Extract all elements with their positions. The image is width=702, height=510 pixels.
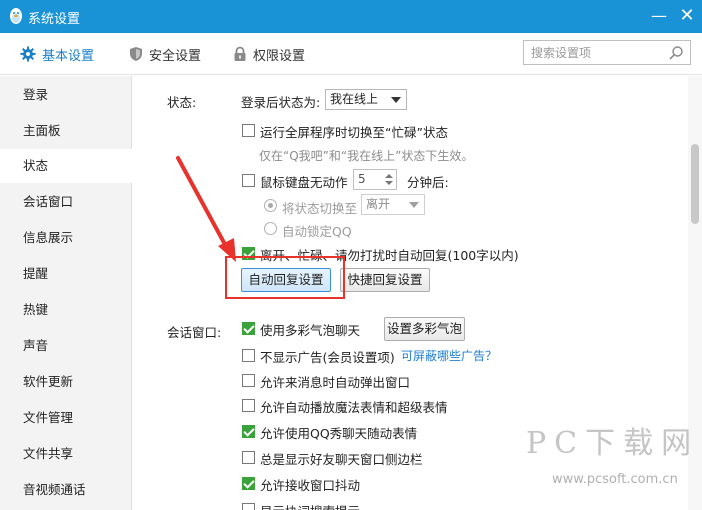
- chevron-down-icon: [391, 97, 401, 103]
- idle-minutes-value: 5: [358, 172, 366, 186]
- sidebar-item-av-call[interactable]: 音视频通话: [0, 473, 131, 507]
- lock-icon: [234, 46, 246, 61]
- shield-icon: [130, 47, 142, 61]
- magic-emoji-label: 允许自动播放魔法表情和超级表情: [260, 400, 448, 415]
- settings-sidebar: 登录 主面板 状态 会话窗口 信息展示 提醒 热键 声音 软件更新 文件管理 文…: [0, 76, 132, 510]
- keyword-hint-checkbox[interactable]: [242, 503, 255, 510]
- fullscreen-busy-checkbox[interactable]: [242, 124, 255, 137]
- login-status-value: 我在线上: [330, 92, 379, 106]
- auto-popup-checkbox[interactable]: [242, 374, 255, 387]
- hide-ads-checkbox[interactable]: [242, 349, 255, 362]
- sidebar-item-sound[interactable]: 声音: [0, 329, 131, 363]
- idle-lock-label: 自动锁定QQ: [282, 224, 352, 239]
- idle-suffix-label: 分钟后:: [407, 175, 449, 190]
- window-shake-label: 允许接收窗口抖动: [260, 478, 361, 493]
- login-status-select[interactable]: 我在线上: [325, 89, 407, 110]
- login-status-label: 登录后状态为:: [241, 95, 321, 110]
- tab-security-settings[interactable]: 安全设置: [129, 43, 201, 65]
- idle-lock-radio[interactable]: [264, 222, 277, 235]
- qq-penguin-icon: [10, 8, 22, 24]
- tab-permission-settings[interactable]: 权限设置: [233, 43, 305, 65]
- window-title: 系统设置: [28, 12, 81, 27]
- qq-show-label: 允许使用QQ秀聊天随动表情: [260, 426, 418, 441]
- idle-switch-value: 离开: [366, 197, 391, 211]
- idle-switch-select[interactable]: 离开: [361, 194, 425, 215]
- idle-checkbox[interactable]: [242, 174, 255, 187]
- status-section-label: 状态:: [167, 95, 197, 110]
- annotation-highlight-box: [225, 256, 345, 299]
- sidebar-item-file-management[interactable]: 文件管理: [0, 401, 131, 435]
- watermark: PC下载网 www.pcsoft.com.cn: [512, 408, 702, 510]
- fullscreen-busy-label: 运行全屏程序时切换至“忙碌”状态: [260, 125, 448, 140]
- watermark-brand: PC下载网: [526, 426, 700, 461]
- idle-switch-radio[interactable]: [264, 199, 277, 212]
- close-button[interactable]: ✕: [674, 4, 700, 28]
- stepper-down-icon[interactable]: [385, 181, 393, 185]
- sidebar-always-checkbox[interactable]: [242, 451, 255, 464]
- colorful-bubble-settings-button[interactable]: 设置多彩气泡: [384, 317, 465, 341]
- sidebar-item-file-sharing[interactable]: 文件共享: [0, 437, 131, 471]
- sidebar-item-info-display[interactable]: 信息展示: [0, 221, 131, 255]
- qq-show-checkbox[interactable]: [242, 425, 255, 438]
- settings-search-box[interactable]: [523, 40, 691, 65]
- idle-switch-label: 将状态切换至: [282, 201, 358, 216]
- scrollbar-thumb[interactable]: [691, 144, 699, 224]
- keyword-hint-label: 显示协词搜索提示: [260, 501, 360, 510]
- quick-reply-settings-button[interactable]: 快捷回复设置: [340, 268, 430, 292]
- title-bar: 系统设置 — ✕: [0, 0, 702, 33]
- stepper-up-icon[interactable]: [385, 174, 393, 178]
- tab-basic-settings[interactable]: 基本设置: [20, 43, 94, 65]
- sidebar-item-status[interactable]: 状态: [0, 149, 132, 183]
- idle-minutes-stepper[interactable]: 5: [353, 169, 397, 190]
- colorful-bubble-label: 使用多彩气泡聊天: [260, 323, 361, 338]
- tab-label: 基本设置: [42, 48, 95, 64]
- sidebar-item-chat-window[interactable]: 会话窗口: [0, 185, 131, 219]
- minimize-button[interactable]: —: [646, 4, 672, 28]
- tab-label: 安全设置: [149, 48, 202, 64]
- colorful-bubble-checkbox[interactable]: [242, 322, 255, 335]
- sidebar-item-main-panel[interactable]: 主面板: [0, 114, 131, 148]
- sidebar-item-software-update[interactable]: 软件更新: [0, 365, 131, 399]
- idle-label: 鼠标键盘无动作: [260, 175, 348, 190]
- sidebar-item-reminder[interactable]: 提醒: [0, 257, 131, 291]
- magic-emoji-checkbox[interactable]: [242, 399, 255, 412]
- sidebar-item-login[interactable]: 登录: [0, 78, 131, 112]
- sidebar-always-label: 总是显示好友聊天窗口侧边栏: [260, 452, 423, 467]
- search-input[interactable]: [524, 41, 662, 64]
- ads-link[interactable]: 可屏蔽哪些广告？: [401, 347, 497, 364]
- chat-section-label: 会话窗口:: [167, 325, 222, 340]
- chevron-down-icon: [409, 202, 419, 208]
- sidebar-item-hotkey[interactable]: 热键: [0, 293, 131, 327]
- hide-ads-label: 不显示广告(会员设置项): [260, 350, 395, 365]
- tab-label: 权限设置: [253, 48, 306, 64]
- fullscreen-busy-hint: 仅在“Q我吧”和“我在线上”状态下生效。: [259, 149, 474, 163]
- window-shake-checkbox[interactable]: [242, 477, 255, 490]
- watermark-url: www.pcsoft.com.cn: [552, 472, 678, 487]
- search-icon[interactable]: [668, 45, 684, 61]
- auto-popup-label: 允许来消息时自动弹出窗口: [260, 375, 411, 390]
- gear-icon: [20, 46, 36, 62]
